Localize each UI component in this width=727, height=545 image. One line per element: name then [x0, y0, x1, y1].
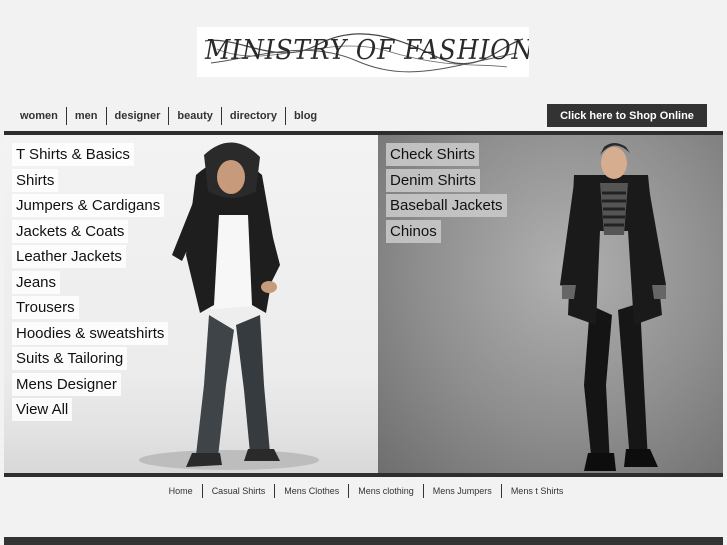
- shop-online-button[interactable]: Click here to Shop Online: [547, 104, 707, 127]
- list-item: Suits & Tailoring: [12, 347, 168, 373]
- list-item: Jackets & Coats: [12, 219, 168, 246]
- footer-link-home[interactable]: Home: [160, 484, 202, 498]
- footer-link-mens-clothes[interactable]: Mens Clothes: [274, 484, 348, 498]
- category-link[interactable]: Shirts: [12, 168, 59, 192]
- nav-item-beauty[interactable]: beauty: [168, 107, 220, 125]
- list-item: Shirts: [12, 168, 168, 195]
- list-item: Check Shirts: [386, 143, 507, 169]
- category-link[interactable]: Baseball Jackets: [386, 194, 507, 217]
- footer-link-mens-clothing[interactable]: Mens clothing: [348, 484, 423, 498]
- nav-item-men[interactable]: men: [65, 107, 106, 125]
- nav-item-directory[interactable]: directory: [220, 107, 285, 125]
- list-item: Mens Designer: [12, 372, 168, 399]
- nav-item-women[interactable]: women: [12, 107, 66, 125]
- footer-link-mens-t-shirts[interactable]: Mens t Shirts: [500, 484, 573, 498]
- category-link[interactable]: Chinos: [386, 219, 441, 243]
- list-item: Denim Shirts: [386, 168, 507, 195]
- list-item: Leather Jackets: [12, 245, 168, 271]
- list-item: Baseball Jackets: [386, 194, 507, 220]
- left-category-list: T Shirts & Basics Shirts Jumpers & Cardi…: [12, 143, 169, 424]
- category-link[interactable]: Hoodies & sweatshirts: [12, 321, 169, 345]
- list-item: Hoodies & sweatshirts: [12, 321, 169, 348]
- logo-text: MINISTRY OF FASHION: [205, 35, 529, 66]
- hero-banner: T Shirts & Basics Shirts Jumpers & Cardi…: [4, 131, 723, 477]
- list-item: View All: [12, 398, 168, 424]
- footer-link-mens-jumpers[interactable]: Mens Jumpers: [422, 484, 501, 498]
- category-link[interactable]: Jeans: [12, 270, 61, 294]
- list-item: T Shirts & Basics: [12, 143, 168, 169]
- category-link[interactable]: View All: [12, 398, 73, 421]
- footer-link-casual-shirts[interactable]: Casual Shirts: [201, 484, 275, 498]
- category-link[interactable]: Suits & Tailoring: [12, 347, 128, 370]
- category-link[interactable]: Leather Jackets: [12, 245, 126, 268]
- right-category-list: Check Shirts Denim Shirts Baseball Jacke…: [386, 143, 507, 245]
- category-link[interactable]: Jackets & Coats: [12, 219, 129, 243]
- bottom-bar: [4, 537, 723, 545]
- main-nav: women men designer beauty directory blog: [12, 107, 325, 125]
- nav-item-blog[interactable]: blog: [284, 107, 325, 125]
- list-item: Jeans: [12, 270, 168, 297]
- category-link[interactable]: Jumpers & Cardigans: [12, 194, 165, 217]
- category-link[interactable]: T Shirts & Basics: [12, 143, 134, 166]
- list-item: Chinos: [386, 219, 507, 246]
- hero-left-panel: T Shirts & Basics Shirts Jumpers & Cardi…: [4, 135, 378, 473]
- list-item: Trousers: [12, 296, 168, 322]
- category-link[interactable]: Trousers: [12, 296, 79, 319]
- nav-item-designer[interactable]: designer: [105, 107, 169, 125]
- hero-right-panel: Check Shirts Denim Shirts Baseball Jacke…: [378, 135, 723, 473]
- site-logo[interactable]: MINISTRY OF FASHION: [197, 27, 529, 77]
- list-item: Jumpers & Cardigans: [12, 194, 168, 220]
- footer-nav: Home Casual Shirts Mens Clothes Mens clo…: [0, 484, 727, 498]
- category-link[interactable]: Mens Designer: [12, 372, 121, 396]
- category-link[interactable]: Check Shirts: [386, 143, 480, 166]
- category-link[interactable]: Denim Shirts: [386, 168, 480, 192]
